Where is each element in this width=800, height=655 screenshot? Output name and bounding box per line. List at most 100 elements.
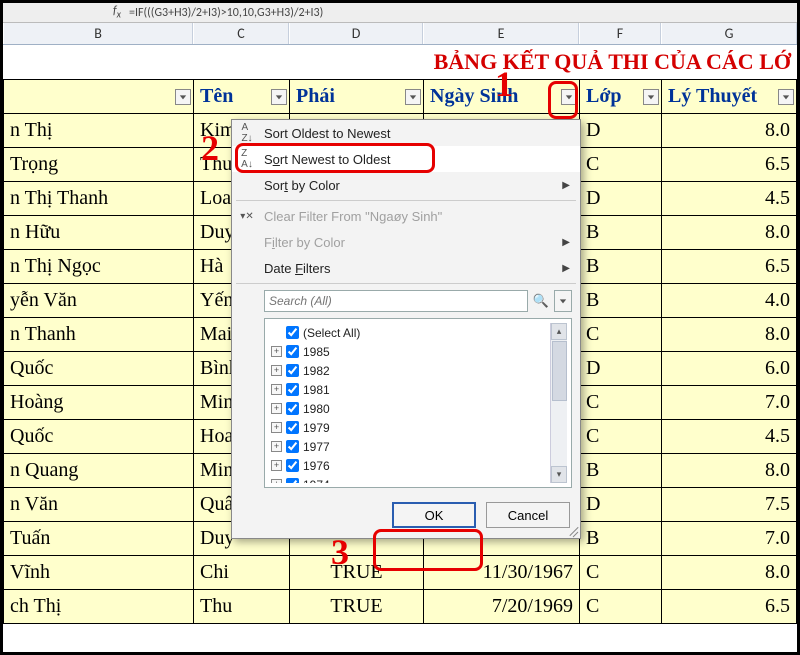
filter-value-item[interactable]: +1977: [269, 437, 550, 456]
cell[interactable]: Trọng: [4, 148, 194, 182]
cell[interactable]: Quốc: [4, 420, 194, 454]
header-ngaysinh[interactable]: Ngày Sinh: [424, 80, 580, 114]
cell[interactable]: yễn Văn: [4, 284, 194, 318]
filter-checkbox[interactable]: [286, 459, 299, 472]
cell[interactable]: 4.5: [662, 182, 797, 216]
filter-value-item[interactable]: +1985: [269, 342, 550, 361]
date-filters-item[interactable]: Date Filters ▶: [232, 255, 580, 281]
cell[interactable]: 4.0: [662, 284, 797, 318]
expand-icon[interactable]: +: [271, 346, 282, 357]
header-ten[interactable]: Tên: [194, 80, 290, 114]
cell[interactable]: 7/20/1969: [424, 590, 580, 624]
cell[interactable]: B: [580, 284, 662, 318]
col-header-C[interactable]: C: [193, 23, 289, 44]
cell[interactable]: Vĩnh: [4, 556, 194, 590]
sort-newest-item[interactable]: ZA↓ Sort Newest to Oldest: [232, 146, 580, 172]
cell[interactable]: Chi: [194, 556, 290, 590]
cell[interactable]: C: [580, 386, 662, 420]
col-header-F[interactable]: F: [579, 23, 661, 44]
scroll-up-icon[interactable]: ▴: [551, 323, 567, 340]
cell[interactable]: 6.0: [662, 352, 797, 386]
filter-value-item[interactable]: +1979: [269, 418, 550, 437]
expand-icon[interactable]: +: [271, 460, 282, 471]
filter-btn-lythuyet[interactable]: [778, 89, 794, 105]
expand-icon[interactable]: +: [271, 365, 282, 376]
cell[interactable]: n Hữu: [4, 216, 194, 250]
filter-value-item[interactable]: +1982: [269, 361, 550, 380]
filter-btn-ngaysinh[interactable]: [561, 89, 577, 105]
cell[interactable]: C: [580, 590, 662, 624]
list-scrollbar[interactable]: ▴ ▾: [550, 323, 567, 483]
header-lythuyet[interactable]: Lý Thuyết: [662, 80, 797, 114]
cell[interactable]: D: [580, 488, 662, 522]
cell[interactable]: n Thị: [4, 114, 194, 148]
cell[interactable]: 8.0: [662, 556, 797, 590]
cell[interactable]: 7.5: [662, 488, 797, 522]
filter-checkbox[interactable]: [286, 326, 299, 339]
cell[interactable]: n Thanh: [4, 318, 194, 352]
cell[interactable]: Quốc: [4, 352, 194, 386]
cell[interactable]: 8.0: [662, 318, 797, 352]
cell[interactable]: n Quang: [4, 454, 194, 488]
table-row[interactable]: ch ThịThuTRUE7/20/1969C6.5: [4, 590, 797, 624]
search-input[interactable]: [264, 290, 528, 312]
expand-icon[interactable]: +: [271, 403, 282, 414]
cancel-button[interactable]: Cancel: [486, 502, 570, 528]
filter-value-item[interactable]: +1980: [269, 399, 550, 418]
cell[interactable]: D: [580, 114, 662, 148]
filter-checkbox[interactable]: [286, 345, 299, 358]
filter-checkbox[interactable]: [286, 364, 299, 377]
cell[interactable]: 7.0: [662, 386, 797, 420]
filter-btn-ten[interactable]: [271, 89, 287, 105]
table-row[interactable]: VĩnhChiTRUE11/30/1967C8.0: [4, 556, 797, 590]
sort-oldest-item[interactable]: AZ↓ Sort Oldest to Newest: [232, 120, 580, 146]
expand-icon[interactable]: +: [271, 384, 282, 395]
header-lop[interactable]: Lớp: [580, 80, 662, 114]
col-header-B[interactable]: B: [3, 23, 193, 44]
filter-value-item[interactable]: +1976: [269, 456, 550, 475]
cell[interactable]: TRUE: [290, 556, 424, 590]
filter-checkbox[interactable]: [286, 421, 299, 434]
cell[interactable]: C: [580, 318, 662, 352]
cell[interactable]: 6.5: [662, 590, 797, 624]
filter-value-item[interactable]: (Select All): [269, 323, 550, 342]
filter-btn-b[interactable]: [175, 89, 191, 105]
scroll-thumb[interactable]: [552, 341, 567, 401]
scroll-down-icon[interactable]: ▾: [551, 466, 567, 483]
cell[interactable]: C: [580, 556, 662, 590]
cell[interactable]: n Thị Thanh: [4, 182, 194, 216]
cell[interactable]: ch Thị: [4, 590, 194, 624]
cell[interactable]: 4.5: [662, 420, 797, 454]
formula-text[interactable]: =IF(((G3+H3)/2+I3)>10,10,G3+H3)/2+I3): [129, 6, 323, 20]
cell[interactable]: 6.5: [662, 250, 797, 284]
filter-checkbox[interactable]: [286, 440, 299, 453]
expand-icon[interactable]: +: [271, 479, 282, 483]
search-dropdown-btn[interactable]: [554, 290, 572, 312]
cell[interactable]: TRUE: [290, 590, 424, 624]
filter-checkbox[interactable]: [286, 478, 299, 483]
cell[interactable]: C: [580, 420, 662, 454]
filter-btn-phai[interactable]: [405, 89, 421, 105]
resize-handle-icon[interactable]: [566, 524, 578, 536]
ok-button[interactable]: OK: [392, 502, 476, 528]
filter-btn-lop[interactable]: [643, 89, 659, 105]
filter-checkbox[interactable]: [286, 383, 299, 396]
col-header-D[interactable]: D: [289, 23, 423, 44]
cell[interactable]: D: [580, 352, 662, 386]
cell[interactable]: Tuấn: [4, 522, 194, 556]
expand-icon[interactable]: +: [271, 422, 282, 433]
cell[interactable]: Thu: [194, 590, 290, 624]
filter-checkbox[interactable]: [286, 402, 299, 415]
header-phai[interactable]: Phái: [290, 80, 424, 114]
col-header-E[interactable]: E: [423, 23, 579, 44]
cell[interactable]: Hoàng: [4, 386, 194, 420]
cell[interactable]: n Văn: [4, 488, 194, 522]
cell[interactable]: D: [580, 182, 662, 216]
expand-icon[interactable]: +: [271, 441, 282, 452]
cell[interactable]: n Thị Ngọc: [4, 250, 194, 284]
cell[interactable]: B: [580, 250, 662, 284]
cell[interactable]: 8.0: [662, 114, 797, 148]
filter-value-item[interactable]: +1974: [269, 475, 550, 483]
cell[interactable]: 8.0: [662, 216, 797, 250]
cell[interactable]: 6.5: [662, 148, 797, 182]
